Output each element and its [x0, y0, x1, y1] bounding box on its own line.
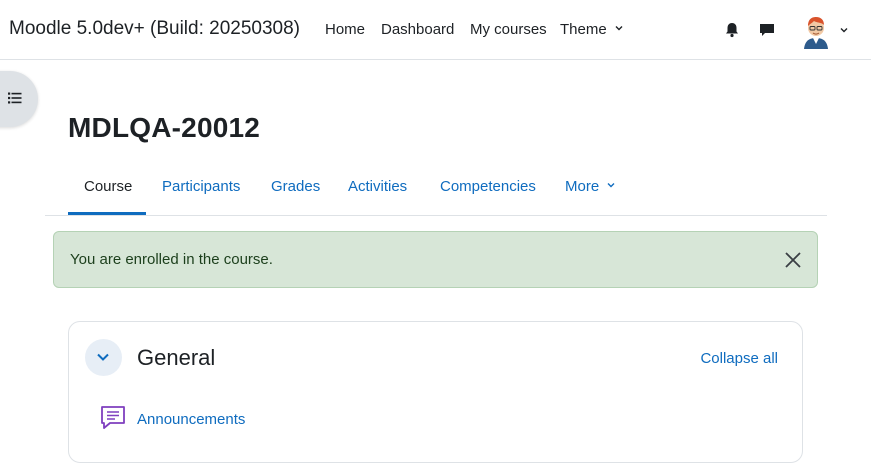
- activity-announcements-link[interactable]: Announcements: [137, 411, 245, 428]
- nav-home-link[interactable]: Home: [325, 21, 365, 38]
- chevron-down-icon: [97, 353, 109, 361]
- alert-message: You are enrolled in the course.: [70, 251, 273, 268]
- chevron-down-icon: [607, 183, 615, 188]
- nav-dashboard-link[interactable]: Dashboard: [381, 21, 454, 38]
- collapse-all-link[interactable]: Collapse all: [700, 350, 778, 367]
- tab-participants[interactable]: Participants: [162, 178, 240, 195]
- active-tab-indicator: [68, 212, 146, 215]
- page-title: MDLQA-20012: [68, 112, 261, 143]
- user-menu-chevron-down-icon[interactable]: [839, 25, 849, 35]
- site-name[interactable]: Moodle 5.0dev+ (Build: 20250308): [9, 18, 300, 40]
- chevron-down-icon: [615, 26, 623, 31]
- tab-competencies[interactable]: Competencies: [440, 178, 536, 195]
- top-navbar: Moodle 5.0dev+ (Build: 20250308) Home Da…: [0, 0, 871, 60]
- course-index-toggle-button[interactable]: [0, 71, 38, 127]
- tab-more-label: More: [565, 178, 600, 195]
- section-title[interactable]: General: [137, 345, 215, 371]
- tab-activities[interactable]: Activities: [348, 178, 407, 195]
- enrolment-success-alert: You are enrolled in the course.: [53, 231, 818, 288]
- user-avatar[interactable]: [797, 11, 835, 49]
- course-index-list-icon: [8, 92, 22, 104]
- tab-course[interactable]: Course: [84, 178, 132, 195]
- nav-my-courses-link[interactable]: My courses: [470, 21, 547, 38]
- section-collapse-button[interactable]: [85, 339, 122, 376]
- tab-grades[interactable]: Grades: [271, 178, 320, 195]
- close-icon[interactable]: [783, 250, 803, 270]
- messages-icon[interactable]: [757, 20, 777, 40]
- nav-theme-menu[interactable]: Theme: [560, 21, 624, 38]
- nav-theme-label: Theme: [560, 21, 607, 38]
- secondary-navigation: Course Participants Grades Activities Co…: [45, 160, 827, 216]
- notifications-bell-icon[interactable]: [722, 20, 742, 40]
- tab-more-menu[interactable]: More: [565, 178, 616, 195]
- forum-icon: [101, 406, 125, 429]
- course-section-general: General Collapse all Announcements: [68, 321, 803, 463]
